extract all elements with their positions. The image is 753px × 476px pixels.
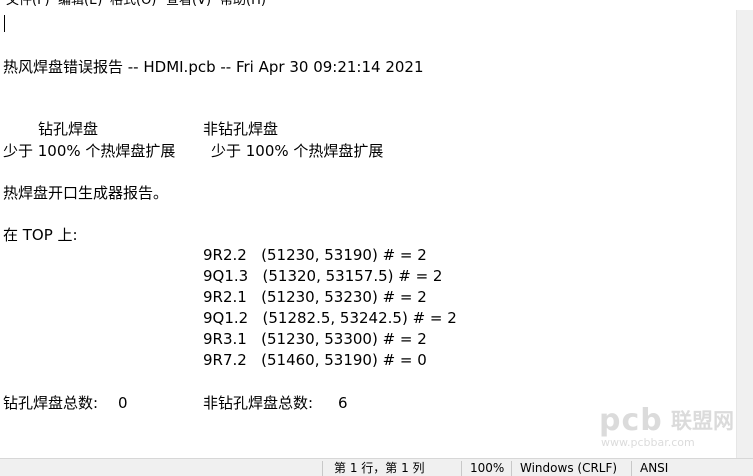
status-bar: 第 1 行，第 1 列 100% Windows (CRLF) ANSI bbox=[0, 458, 753, 476]
status-separator bbox=[511, 461, 512, 476]
status-zoom: 100% bbox=[470, 461, 505, 475]
pad-entry: 9R3.1 (51230, 53300) # = 2 bbox=[203, 330, 427, 348]
nondrill-total-label: 非钻孔焊盘总数: bbox=[203, 394, 314, 412]
menu-bar: 文件(F) 编辑(E) 格式(O) 查看(V) 帮助(H) bbox=[0, 0, 753, 10]
status-separator bbox=[461, 461, 462, 476]
drill-total-value: 0 bbox=[118, 394, 128, 412]
pad-entry: 9Q1.2 (51282.5, 53242.5) # = 2 bbox=[203, 309, 457, 327]
pad-entry: 9Q1.3 (51320, 53157.5) # = 2 bbox=[203, 267, 443, 285]
on-top-layer-line: 在 TOP 上: bbox=[3, 226, 78, 244]
menu-help[interactable]: 帮助(H) bbox=[220, 0, 266, 8]
text-caret bbox=[4, 15, 5, 32]
pad-entry: 9R2.2 (51230, 53190) # = 2 bbox=[203, 246, 427, 264]
menu-edit[interactable]: 编辑(E) bbox=[58, 0, 102, 8]
pad-entry: 9R2.1 (51230, 53230) # = 2 bbox=[203, 288, 427, 306]
drill-total-label: 钻孔焊盘总数: bbox=[3, 394, 99, 412]
status-encoding: ANSI bbox=[640, 461, 669, 475]
generator-report-line: 热焊盘开口生成器报告。 bbox=[3, 184, 169, 202]
less-than-nondrill: 少于 100% 个热焊盘扩展 bbox=[211, 142, 384, 160]
status-separator bbox=[322, 461, 323, 476]
menu-format[interactable]: 格式(O) bbox=[110, 0, 156, 8]
status-cursor-position: 第 1 行，第 1 列 bbox=[334, 461, 425, 475]
less-than-drill: 少于 100% 个热焊盘扩展 bbox=[3, 142, 176, 160]
status-line-ending: Windows (CRLF) bbox=[520, 461, 618, 475]
menu-view[interactable]: 查看(V) bbox=[166, 0, 211, 8]
nondrill-total-value: 6 bbox=[338, 394, 348, 412]
header-drill-pads: 钻孔焊盘 bbox=[38, 120, 99, 138]
header-nondrill-pads: 非钻孔焊盘 bbox=[203, 120, 279, 138]
text-editor-area[interactable]: 热风焊盘错误报告 -- HDMI.pcb -- Fri Apr 30 09:21… bbox=[0, 10, 736, 458]
status-separator bbox=[631, 461, 632, 476]
vertical-scrollbar[interactable] bbox=[736, 10, 753, 458]
report-title-line: 热风焊盘错误报告 -- HDMI.pcb -- Fri Apr 30 09:21… bbox=[3, 58, 424, 76]
pad-entry: 9R7.2 (51460, 53190) # = 0 bbox=[203, 351, 427, 369]
menu-file[interactable]: 文件(F) bbox=[6, 0, 50, 8]
